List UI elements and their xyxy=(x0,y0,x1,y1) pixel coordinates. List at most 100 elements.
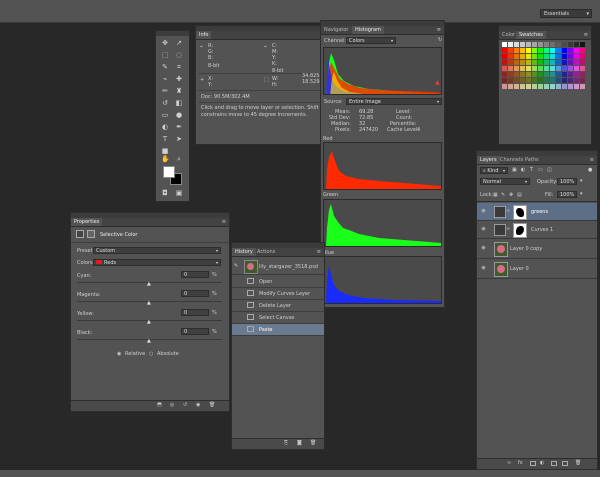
panel-menu-icon[interactable]: ≡ xyxy=(222,218,226,226)
color-swatch[interactable] xyxy=(568,60,573,65)
color-swatch[interactable] xyxy=(544,72,549,77)
move-tool-icon[interactable]: ✥ xyxy=(161,39,169,47)
panel-menu-icon[interactable]: ≡ xyxy=(590,156,594,164)
color-swatch[interactable] xyxy=(502,42,507,47)
artboard-tool-icon[interactable]: ↗ xyxy=(175,39,183,47)
color-swatch[interactable] xyxy=(556,48,561,53)
histogram-warning-icon[interactable]: ▲ xyxy=(435,79,440,86)
black-input[interactable]: 0 xyxy=(181,328,209,335)
color-swatch[interactable] xyxy=(532,84,537,89)
filter-smart-icon[interactable]: ◫ xyxy=(547,167,552,173)
tab-paths[interactable]: Paths xyxy=(522,156,542,164)
color-swatch[interactable] xyxy=(532,60,537,65)
color-swatch[interactable] xyxy=(514,66,519,71)
yellow-input[interactable]: 0 xyxy=(181,309,209,316)
visibility-eye-icon[interactable]: ◉ xyxy=(196,402,200,408)
healing-tool-icon[interactable]: ✚ xyxy=(175,75,183,83)
color-swatch[interactable] xyxy=(556,42,561,47)
color-swatch[interactable] xyxy=(520,42,525,47)
color-swatch[interactable] xyxy=(544,84,549,89)
panel-menu-icon[interactable]: ≡ xyxy=(317,248,321,256)
color-swatch[interactable] xyxy=(520,48,525,53)
color-swatch[interactable] xyxy=(526,54,531,59)
cyan-slider-thumb[interactable]: ▲ xyxy=(147,281,151,287)
lock-position-icon[interactable]: ✥ xyxy=(509,192,513,198)
color-swatch[interactable] xyxy=(526,78,531,83)
color-swatch[interactable] xyxy=(580,54,585,59)
clone-stamp-tool-icon[interactable]: ♜ xyxy=(175,87,183,95)
layer-row[interactable]: ◉ ∞ Curves 1 xyxy=(477,221,597,239)
color-swatch[interactable] xyxy=(526,66,531,71)
color-swatch[interactable] xyxy=(532,54,537,59)
absolute-radio[interactable]: ○ xyxy=(149,351,153,357)
chevron-down-icon[interactable]: ▾ xyxy=(580,178,583,184)
tab-info[interactable]: Info xyxy=(196,31,212,39)
layer-row[interactable]: ◉ Layer 0 xyxy=(477,259,597,279)
color-swatch[interactable] xyxy=(544,78,549,83)
layer-style-icon[interactable]: fx xyxy=(518,460,523,466)
add-mask-icon[interactable] xyxy=(530,461,536,466)
color-swatch[interactable] xyxy=(502,66,507,71)
color-swatch[interactable] xyxy=(568,72,573,77)
color-swatch[interactable] xyxy=(508,66,513,71)
mask-icon[interactable] xyxy=(87,230,95,238)
hand-tool-icon[interactable]: ✋ xyxy=(161,155,170,163)
color-swatch[interactable] xyxy=(574,66,579,71)
workspace-select[interactable]: Essentials ▾ xyxy=(540,9,592,18)
color-swatch[interactable] xyxy=(568,66,573,71)
color-swatch[interactable] xyxy=(520,66,525,71)
color-swatch[interactable] xyxy=(580,78,585,83)
color-swatch[interactable] xyxy=(514,72,519,77)
color-swatch[interactable] xyxy=(526,72,531,77)
opacity-input[interactable]: 100% xyxy=(557,178,577,185)
quick-select-tool-icon[interactable]: ✎ xyxy=(161,63,169,71)
tab-actions[interactable]: Actions xyxy=(254,248,278,256)
color-swatch[interactable] xyxy=(526,48,531,53)
refresh-icon[interactable]: ↻ xyxy=(438,37,442,43)
color-swatch[interactable] xyxy=(502,84,507,89)
color-swatch[interactable] xyxy=(550,72,555,77)
tools-panel-titlebar[interactable] xyxy=(156,31,189,36)
history-step[interactable]: Paste xyxy=(232,324,324,336)
type-tool-icon[interactable]: T xyxy=(161,135,169,143)
blend-mode-select[interactable]: Normal ▾ xyxy=(480,178,530,185)
trash-icon[interactable]: 🗑 xyxy=(575,460,581,466)
magenta-slider-thumb[interactable]: ▲ xyxy=(147,300,151,306)
colors-select[interactable]: Reds ▾ xyxy=(93,259,221,266)
color-swatch[interactable] xyxy=(538,66,543,71)
history-step[interactable]: Select Canvas xyxy=(232,312,324,324)
color-swatch[interactable] xyxy=(550,48,555,53)
yellow-slider-thumb[interactable]: ▲ xyxy=(147,319,151,325)
color-swatch[interactable] xyxy=(556,84,561,89)
color-swatch[interactable] xyxy=(550,54,555,59)
color-swatch[interactable] xyxy=(544,48,549,53)
color-swatch[interactable] xyxy=(532,72,537,77)
color-swatch[interactable] xyxy=(574,78,579,83)
dodge-tool-icon[interactable]: ◐ xyxy=(161,123,169,131)
color-swatch[interactable] xyxy=(538,72,543,77)
color-swatch[interactable] xyxy=(532,66,537,71)
color-swatch[interactable] xyxy=(520,54,525,59)
color-swatch[interactable] xyxy=(514,84,519,89)
color-swatch[interactable] xyxy=(508,48,513,53)
crop-tool-icon[interactable]: ⌗ xyxy=(175,63,183,71)
marquee-tool-icon[interactable]: ⬚ xyxy=(161,51,169,59)
camera-icon[interactable]: ◙ xyxy=(297,440,302,446)
color-swatch[interactable] xyxy=(514,78,519,83)
foreground-color-swatch[interactable] xyxy=(163,166,175,178)
color-swatch[interactable] xyxy=(568,84,573,89)
color-swatch[interactable] xyxy=(562,84,567,89)
color-swatch[interactable] xyxy=(580,60,585,65)
color-swatch[interactable] xyxy=(556,60,561,65)
color-swatch[interactable] xyxy=(538,54,543,59)
color-swatch[interactable] xyxy=(562,72,567,77)
color-swatch[interactable] xyxy=(556,72,561,77)
color-swatch[interactable] xyxy=(520,72,525,77)
quick-mask-icon[interactable]: ◘ xyxy=(161,189,169,197)
black-slider-thumb[interactable]: ▲ xyxy=(147,338,151,344)
color-swatch[interactable] xyxy=(514,42,519,47)
visibility-eye-icon[interactable]: ◉ xyxy=(480,225,487,233)
eraser-tool-icon[interactable]: ◧ xyxy=(175,99,183,107)
filter-adjustment-icon[interactable]: ◐ xyxy=(521,167,525,173)
color-swatch[interactable] xyxy=(544,54,549,59)
